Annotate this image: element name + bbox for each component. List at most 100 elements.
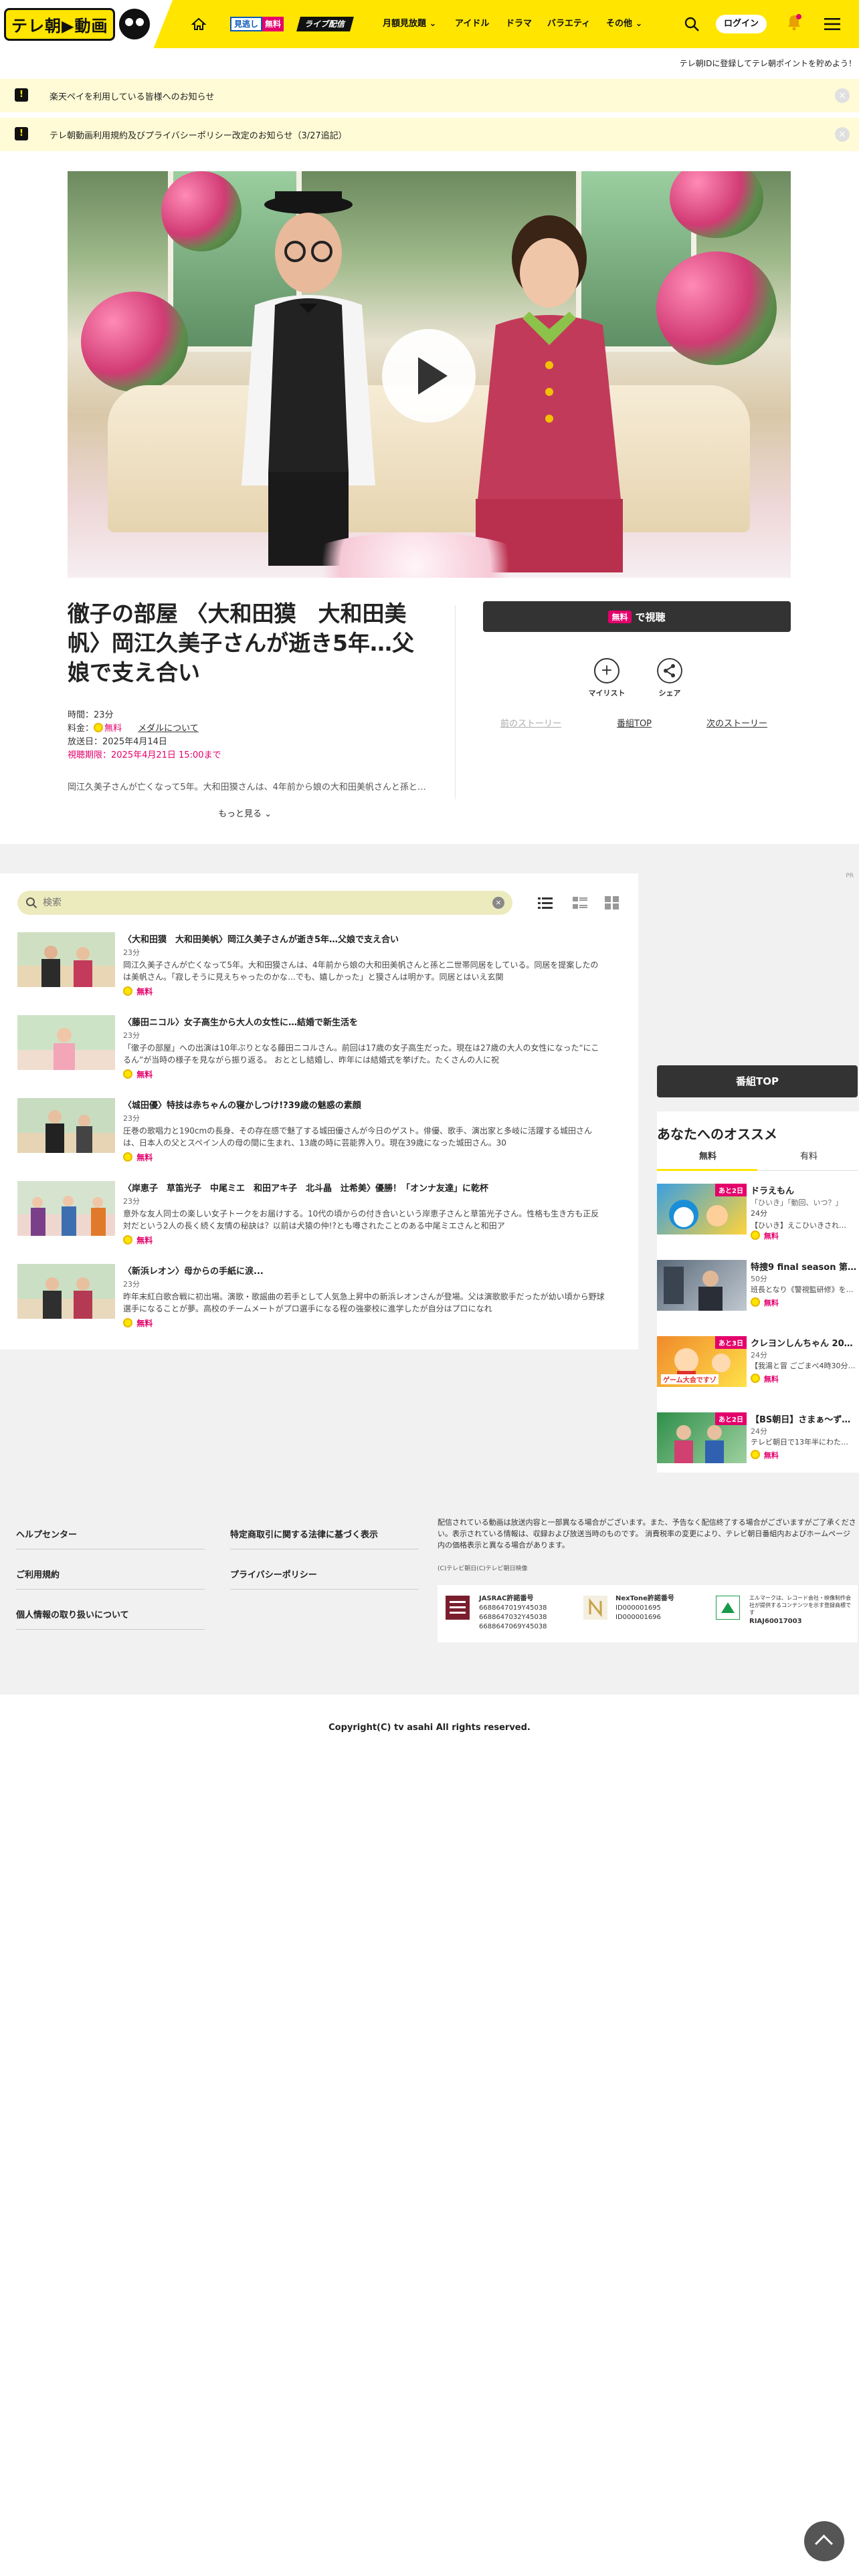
program-top-link[interactable]: 番組TOP <box>617 716 652 729</box>
mylist-label: マイリスト <box>588 689 626 697</box>
recommendation-heading: あなたへのオススメ <box>657 1126 777 1142</box>
list-view-icon[interactable] <box>538 895 553 910</box>
recommendation-description: 班長となり《警視監研修》を… <box>751 1285 854 1294</box>
recommendation-item[interactable]: あと2日 【BS朝日】さまぁ～ず… #1【2025年4月12日放送】 24分 テ… <box>657 1412 859 1470</box>
notice-terms[interactable]: ! テレ朝動画利用規約及びプライバシーポリシー改定のお知らせ（3/27追記） × <box>0 118 859 151</box>
close-icon[interactable]: × <box>835 127 850 142</box>
recommendation-item[interactable]: あと2日 ドラえもん 「ひいき」「動回、いつ？」 24分 【ひいき】えこひいきさ… <box>657 1184 859 1241</box>
search-input[interactable] <box>43 895 471 911</box>
nav-idol[interactable]: アイドル <box>455 0 489 48</box>
show-more-button[interactable]: もっと見る ⌄ <box>218 807 272 819</box>
recommendation-title: ドラえもん <box>751 1186 795 1196</box>
program-top-button[interactable]: 番組TOP <box>657 1065 858 1097</box>
jasrac-title: JASRAC許諾番号 <box>479 1595 534 1602</box>
nextone-number: ID000001695 <box>615 1604 661 1612</box>
point-register-link[interactable]: テレ朝IDに登録してテレ朝ポイントを貯めよう！ <box>680 58 856 69</box>
clear-icon[interactable]: × <box>492 897 504 909</box>
prev-story-link[interactable]: 前のストーリー <box>500 716 561 729</box>
privacy-policy-link[interactable]: プライバシーポリシー <box>230 1568 317 1580</box>
video-player[interactable] <box>68 171 791 578</box>
episode-item[interactable]: 〈藤田ニコル〉女子高生から大人の女性に…結婚で新生活を 23分 「徹子の部屋」へ… <box>17 1015 619 1085</box>
free-text: 無料 <box>136 1153 153 1162</box>
divider <box>455 605 456 799</box>
nextone-number: ID000001696 <box>615 1614 661 1621</box>
tab-free[interactable]: 無料 <box>699 1149 717 1162</box>
hamburger-menu-icon[interactable] <box>824 17 840 31</box>
live-link[interactable]: ライブ配信 <box>296 17 354 31</box>
help-center-link[interactable]: ヘルプセンター <box>16 1527 77 1540</box>
free-label: 無料 <box>123 1235 153 1246</box>
watch-free-button[interactable]: 無料 で視聴 <box>483 601 791 632</box>
mascot-icon <box>119 9 151 39</box>
nav-variety[interactable]: バラエティ <box>547 0 590 48</box>
login-button[interactable]: ログイン <box>716 15 767 33</box>
divider <box>16 1629 205 1630</box>
episode-title: 〈岸恵子 草笛光子 中尾ミエ 和田アキ子 北斗晶 辻希美〉優勝！「オンナ友達」に… <box>123 1184 489 1194</box>
minogashi-free-link[interactable]: 見逃し 無料 <box>230 17 284 31</box>
episode-item[interactable]: 〈岸恵子 草笛光子 中尾ミエ 和田アキ子 北斗晶 辻希美〉優勝！「オンナ友達」に… <box>17 1181 619 1251</box>
detail-view-icon[interactable] <box>573 895 587 910</box>
recommendation-item[interactable]: あと3日 ゲーム大会ですゾ クレヨンしんちゃん 2025年4月12日放送「我家…… <box>657 1336 859 1394</box>
recommendation-thumbnail: あと2日 <box>657 1184 747 1235</box>
nav-drama[interactable]: ドラマ <box>506 0 532 48</box>
nav-monthly[interactable]: 月額見放題 ⌄ <box>383 0 436 48</box>
recommendation-sub: 「ひいき」「動回、いつ？」 <box>751 1198 843 1207</box>
nav-monthly-label: 月額見放題 <box>383 19 427 29</box>
nav-other-label: その他 <box>606 19 633 29</box>
ad-mark: PR <box>846 873 854 879</box>
riaj-text: エルマークは、レコード会社・映像制作会社が提供するコンテンツを示す登録商標です <box>749 1595 851 1616</box>
play-button[interactable] <box>382 329 476 423</box>
chevron-down-icon: ⌄ <box>264 809 272 819</box>
episode-thumbnail <box>17 1015 115 1070</box>
medal-link[interactable]: メダルについて <box>138 724 199 734</box>
coin-icon <box>123 1069 132 1079</box>
episode-thumbnail <box>17 1181 115 1236</box>
coin-icon <box>751 1450 760 1459</box>
jasrac-number: 6688647032Y45038 <box>479 1614 547 1621</box>
episode-description: 圧巻の歌唱力と190cmの長身、その存在感で魅了する城田優さんが今日のゲスト。俳… <box>123 1126 592 1148</box>
chevron-down-icon: ⌄ <box>635 19 643 29</box>
nav-other[interactable]: その他 ⌄ <box>606 0 642 48</box>
free-label: 無料 <box>751 1374 779 1384</box>
episode-title: 〈藤田ニコル〉女子高生から大人の女性に…結婚で新生活を <box>123 1018 359 1028</box>
episode-thumbnail <box>17 932 115 987</box>
price-label: 料金： <box>68 724 94 734</box>
scroll-to-top-button[interactable] <box>804 2521 844 2561</box>
search-icon[interactable] <box>684 16 700 32</box>
search-icon <box>26 897 37 909</box>
episode-search[interactable]: × <box>17 891 512 915</box>
close-icon[interactable]: × <box>835 88 850 103</box>
tab-divider <box>757 1170 858 1171</box>
episode-item[interactable]: 〈城田優〉特技は赤ちゃんの寝かしつけ!?39歳の魅惑の素顔 23分 圧巻の歌唱力… <box>17 1098 619 1168</box>
price-value: 無料 <box>104 724 122 734</box>
terms-link[interactable]: ご利用規約 <box>16 1568 60 1580</box>
recommendation-duration: 50分 <box>751 1275 767 1283</box>
site-logo[interactable]: テレ朝▶動画 <box>4 7 151 41</box>
distribution-notice: 配信されている動画は放送内容と一部異なる場合がございます。また、予告なく配信終了… <box>438 1518 856 1549</box>
episode-title: 〈新浜レオン〉母からの手紙に涙... <box>123 1267 264 1277</box>
bell-icon[interactable] <box>787 13 801 31</box>
minogashi-label: 見逃し <box>230 17 263 31</box>
free-label: 無料 <box>123 986 153 997</box>
grid-view-icon[interactable] <box>605 895 619 910</box>
riaj-number: RIAJ60017003 <box>749 1618 802 1625</box>
episode-item[interactable]: 〈新浜レオン〉母からの手紙に涙... 23分 昨年末紅白歌合戦に初出場。演歌・歌… <box>17 1264 619 1333</box>
jasrac-number: 6688647069Y45038 <box>479 1623 547 1630</box>
tab-paid[interactable]: 有料 <box>800 1149 818 1162</box>
recommendation-item[interactable]: 特捜9 final season 第1話 拡大スペシャル「さま… 50分 班長と… <box>657 1260 859 1317</box>
recommendation-description: テレビ朝日で13年半にわた… <box>751 1438 848 1446</box>
coin-icon <box>751 1230 760 1240</box>
next-story-link[interactable]: 次のストーリー <box>706 716 767 729</box>
add-mylist-button[interactable]: + <box>594 658 619 683</box>
free-text: 無料 <box>763 1299 779 1307</box>
recommendation-description: 【我湯と冒 ごごまべ4時30分から… <box>751 1362 858 1370</box>
notice-rakuten[interactable]: ! 楽天ペイを利用している皆様へのお知らせ × <box>0 79 859 112</box>
commerce-law-link[interactable]: 特定商取引に関する法律に基づく表示 <box>230 1527 378 1540</box>
share-icon[interactable] <box>657 658 682 683</box>
recommendation-title: 特捜9 final season 第1話 拡大スペシャル「さま… <box>751 1263 858 1273</box>
home-icon[interactable] <box>191 17 206 31</box>
deadline-text: 視聴期限：2025年4月21日 15:00まで <box>68 750 221 760</box>
privacy-handling-link[interactable]: 個人情報の取り扱いについて <box>16 1608 129 1620</box>
episode-item[interactable]: 〈大和田獏 大和田美帆〉岡江久美子さんが逝き5年…父娘で支え合い 23分 岡江久… <box>17 932 619 1002</box>
notice-text: 楽天ペイを利用している皆様へのお知らせ <box>50 92 215 102</box>
